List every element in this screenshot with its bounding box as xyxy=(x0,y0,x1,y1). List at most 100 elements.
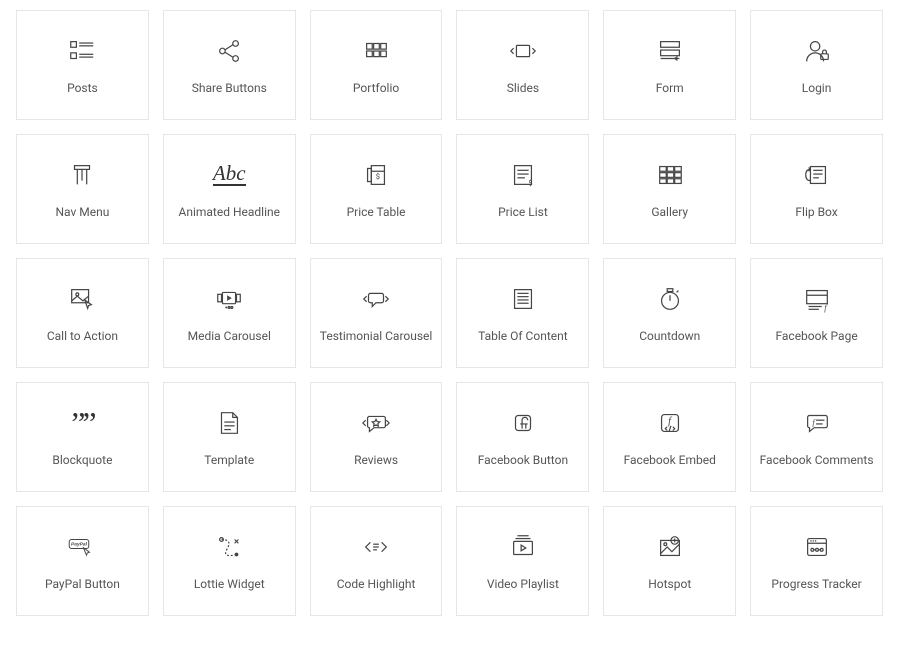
widget-facebook-page[interactable]: Facebook Page xyxy=(750,258,883,368)
widget-label: Login xyxy=(802,81,832,95)
widget-label: Video Playlist xyxy=(487,577,559,591)
widget-call-to-action[interactable]: Call to Action xyxy=(16,258,149,368)
form-icon xyxy=(655,36,685,66)
widget-icon xyxy=(801,531,833,563)
posts-icon xyxy=(67,36,97,66)
widget-icon xyxy=(360,159,392,191)
gallery-icon xyxy=(655,160,685,190)
widget-table-of-content[interactable]: Table Of Content xyxy=(456,258,589,368)
widget-label: Countdown xyxy=(639,329,700,343)
widget-template[interactable]: Template xyxy=(163,382,296,492)
widget-facebook-button[interactable]: Facebook Button xyxy=(456,382,589,492)
widget-facebook-comments[interactable]: Facebook Comments xyxy=(750,382,883,492)
widget-label: Facebook Embed xyxy=(624,453,716,467)
widget-blockquote[interactable]: ”” Blockquote xyxy=(16,382,149,492)
widget-label: Call to Action xyxy=(47,329,118,343)
widget-portfolio[interactable]: Portfolio xyxy=(310,10,443,120)
widget-lottie-widget[interactable]: Lottie Widget xyxy=(163,506,296,616)
widget-icon xyxy=(213,35,245,67)
widget-icon: Abc xyxy=(213,159,245,191)
testimonial-carousel-icon xyxy=(361,284,391,314)
progress-tracker-icon xyxy=(802,532,832,562)
widget-hotspot[interactable]: Hotspot xyxy=(603,506,736,616)
widget-icon xyxy=(360,283,392,315)
widget-icon xyxy=(507,283,539,315)
widget-reviews[interactable]: Reviews xyxy=(310,382,443,492)
widget-icon xyxy=(801,283,833,315)
widget-share-buttons[interactable]: Share Buttons xyxy=(163,10,296,120)
widget-label: Progress Tracker xyxy=(771,577,861,591)
widget-label: Facebook Page xyxy=(775,329,857,343)
widget-label: Portfolio xyxy=(353,81,399,95)
widget-label: Price List xyxy=(498,205,548,219)
widget-paypal-button[interactable]: PayPal PayPal Button xyxy=(16,506,149,616)
reviews-icon xyxy=(361,408,391,438)
widget-facebook-embed[interactable]: Facebook Embed xyxy=(603,382,736,492)
widget-icon xyxy=(360,35,392,67)
widget-label: Flip Box xyxy=(795,205,837,219)
widget-progress-tracker[interactable]: Progress Tracker xyxy=(750,506,883,616)
lottie-widget-icon xyxy=(214,532,244,562)
widget-price-list[interactable]: Price List xyxy=(456,134,589,244)
widget-form[interactable]: Form xyxy=(603,10,736,120)
facebook-page-icon xyxy=(802,284,832,314)
widget-label: PayPal Button xyxy=(45,577,120,591)
animated-headline-icon: Abc xyxy=(213,163,246,186)
widget-icon xyxy=(801,159,833,191)
widget-testimonial-carousel[interactable]: Testimonial Carousel xyxy=(310,258,443,368)
widget-label: Facebook Comments xyxy=(760,453,874,467)
widget-icon xyxy=(66,283,98,315)
widget-label: Hotspot xyxy=(648,577,691,591)
widget-label: Reviews xyxy=(354,453,398,467)
widget-icon xyxy=(213,283,245,315)
widget-icon: ”” xyxy=(66,407,98,439)
widget-label: Lottie Widget xyxy=(194,577,265,591)
widget-label: Facebook Button xyxy=(478,453,568,467)
widget-icon: PayPal xyxy=(66,531,98,563)
widget-icon xyxy=(507,35,539,67)
widget-label: Animated Headline xyxy=(178,205,280,219)
widget-animated-headline[interactable]: Abc Animated Headline xyxy=(163,134,296,244)
widget-label: Code Highlight xyxy=(337,577,416,591)
facebook-button-icon xyxy=(508,408,538,438)
widget-code-highlight[interactable]: Code Highlight xyxy=(310,506,443,616)
nav-menu-icon xyxy=(67,160,97,190)
widget-icon xyxy=(66,159,98,191)
widget-icon xyxy=(654,283,686,315)
widget-price-table[interactable]: Price Table xyxy=(310,134,443,244)
widget-icon xyxy=(801,407,833,439)
template-icon xyxy=(214,408,244,438)
widget-login[interactable]: Login xyxy=(750,10,883,120)
widget-media-carousel[interactable]: Media Carousel xyxy=(163,258,296,368)
price-table-icon xyxy=(361,160,391,190)
flip-box-icon xyxy=(802,160,832,190)
widget-label: Media Carousel xyxy=(188,329,271,343)
widget-slides[interactable]: Slides xyxy=(456,10,589,120)
widget-posts[interactable]: Posts xyxy=(16,10,149,120)
widget-icon xyxy=(507,407,539,439)
widget-countdown[interactable]: Countdown xyxy=(603,258,736,368)
hotspot-icon xyxy=(655,532,685,562)
widget-icon xyxy=(654,531,686,563)
widget-icon xyxy=(507,159,539,191)
widget-nav-menu[interactable]: Nav Menu xyxy=(16,134,149,244)
widget-label: Template xyxy=(204,453,254,467)
svg-text:PayPal: PayPal xyxy=(71,541,88,547)
table-of-content-icon xyxy=(508,284,538,314)
widget-flip-box[interactable]: Flip Box xyxy=(750,134,883,244)
widget-video-playlist[interactable]: Video Playlist xyxy=(456,506,589,616)
widget-label: Slides xyxy=(507,81,539,95)
widget-icon xyxy=(801,35,833,67)
call-to-action-icon xyxy=(67,284,97,314)
paypal-button-icon: PayPal xyxy=(67,532,97,562)
price-list-icon xyxy=(508,160,538,190)
code-highlight-icon xyxy=(361,532,391,562)
widget-label: Table Of Content xyxy=(478,329,568,343)
video-playlist-icon xyxy=(508,532,538,562)
widget-label: Blockquote xyxy=(52,453,112,467)
facebook-embed-icon xyxy=(655,408,685,438)
widget-icon xyxy=(360,407,392,439)
widget-icon xyxy=(213,407,245,439)
media-carousel-icon xyxy=(214,284,244,314)
widget-gallery[interactable]: Gallery xyxy=(603,134,736,244)
